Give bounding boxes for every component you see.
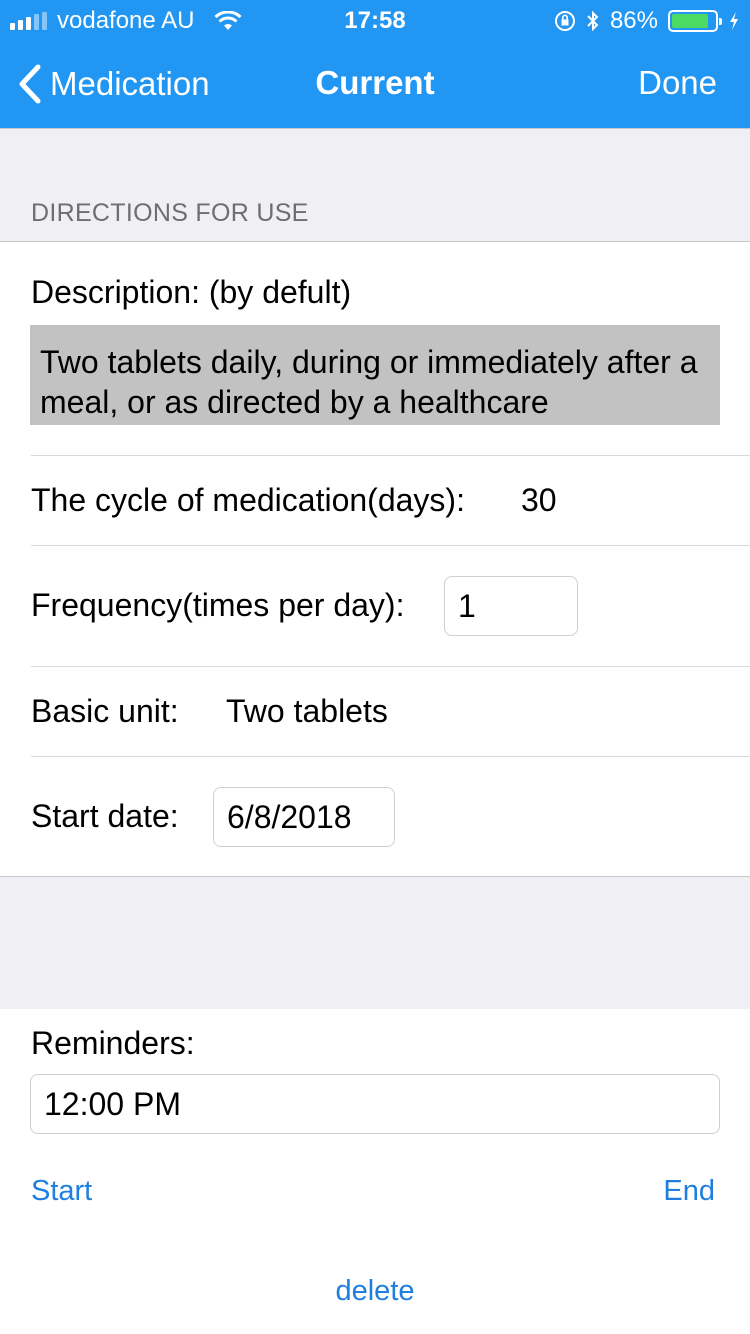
battery-fill (672, 14, 709, 28)
cycle-value: 30 (521, 482, 557, 518)
frequency-label: Frequency(times per day): (31, 587, 405, 623)
done-button[interactable]: Done (638, 64, 717, 102)
battery-percent: 86% (609, 7, 658, 34)
basic-unit-value: Two tablets (226, 693, 388, 729)
delete-button[interactable]: delete (0, 1275, 750, 1308)
frequency-input[interactable]: 1 (444, 576, 578, 636)
bluetooth-icon (587, 10, 599, 32)
start-date-label: Start date: (31, 798, 179, 834)
navigation-header: vodafone AU 17:58 86% Medication Current… (0, 0, 750, 128)
nav-bar: Medication Current Done (0, 40, 750, 128)
divider (31, 666, 750, 667)
start-button[interactable]: Start (31, 1175, 92, 1208)
description-label: Description: (by defult) (31, 274, 352, 310)
section-header: DIRECTIONS FOR USE (31, 199, 309, 227)
directions-group: Description: (by defult) Two tablets dai… (0, 241, 750, 877)
divider (31, 545, 750, 546)
orientation-lock-icon (554, 11, 575, 31)
end-button[interactable]: End (663, 1175, 715, 1208)
battery-icon (668, 10, 722, 32)
divider (31, 756, 750, 757)
divider (31, 455, 750, 456)
charging-icon (730, 12, 738, 30)
description-text[interactable]: Two tablets daily, during or immediately… (30, 325, 720, 425)
status-bar: vodafone AU 17:58 86% (0, 0, 750, 40)
basic-unit-label: Basic unit: (31, 693, 179, 729)
section-header-area: DIRECTIONS FOR USE (0, 128, 750, 241)
reminder-time-input[interactable]: 12:00 PM (30, 1074, 720, 1134)
cycle-label: The cycle of medication(days): (31, 482, 465, 518)
reminders-label: Reminders: (31, 1025, 195, 1061)
section-spacer (0, 877, 750, 1009)
status-right: 86% (554, 7, 740, 35)
start-date-input[interactable]: 6/8/2018 (213, 787, 395, 847)
